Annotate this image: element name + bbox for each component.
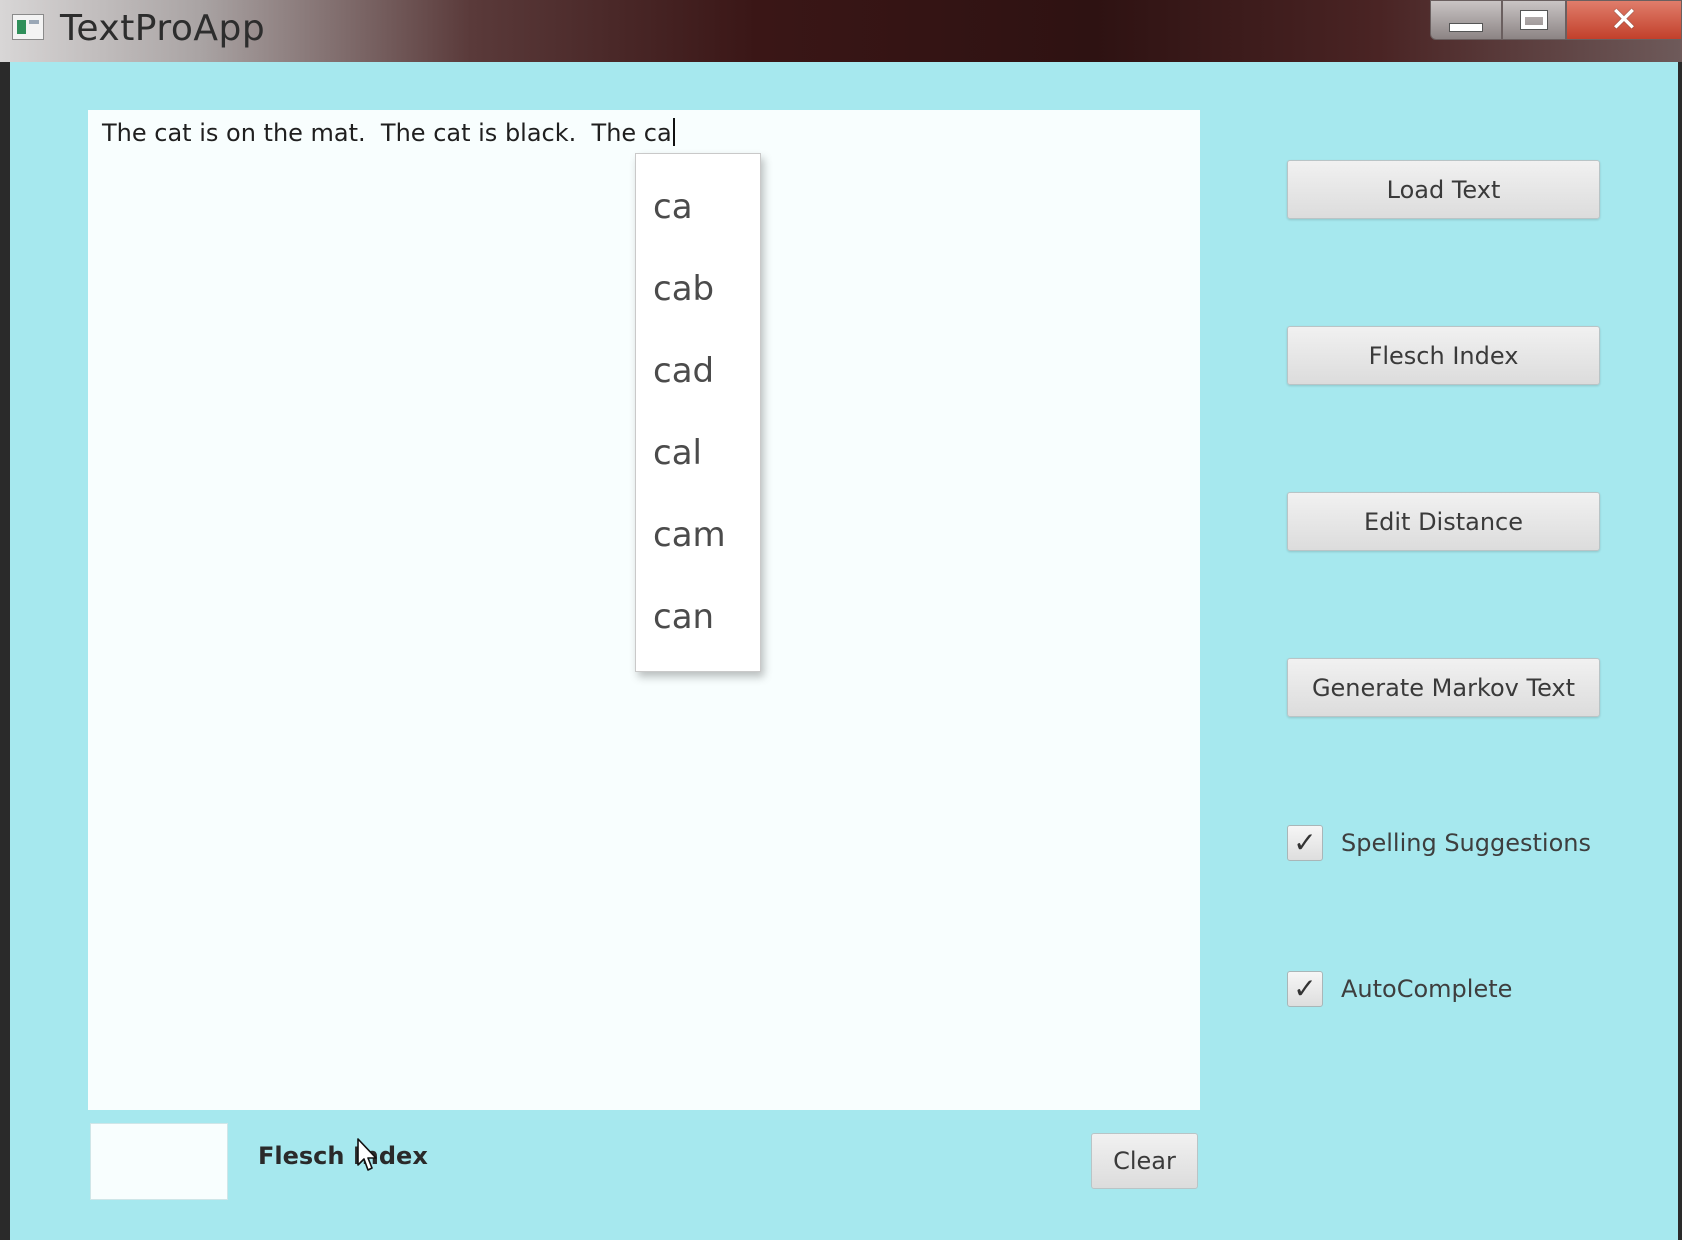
autocomplete-popup: ca cab cad cal cam can	[635, 153, 761, 672]
suggestion-item[interactable]: cal	[636, 422, 760, 504]
app-icon	[12, 14, 44, 40]
load-text-button[interactable]: Load Text	[1287, 160, 1600, 219]
checkmark-icon: ✓	[1293, 972, 1317, 1005]
screen: TextProApp ✕ The cat is on the mat. The …	[0, 0, 1682, 1240]
autocomplete-checkbox[interactable]: ✓	[1287, 971, 1323, 1007]
text-caret	[672, 118, 675, 146]
suggestion-item[interactable]: ca	[636, 176, 760, 258]
editor-text: The cat is on the mat. The cat is black.…	[102, 119, 672, 147]
maximize-button[interactable]	[1502, 0, 1566, 40]
flesch-index-label: Flesch Index	[258, 1142, 428, 1170]
clear-button[interactable]: Clear	[1091, 1133, 1198, 1189]
editor-content: The cat is on the mat. The cat is black.…	[102, 118, 675, 147]
mouse-pointer-icon	[357, 1138, 377, 1171]
suggestion-item[interactable]: cad	[636, 340, 760, 422]
spelling-suggestions-checkbox[interactable]: ✓	[1287, 825, 1323, 861]
client-area: The cat is on the mat. The cat is black.…	[10, 62, 1678, 1240]
title-bar[interactable]: TextProApp ✕	[0, 0, 1682, 62]
close-button[interactable]: ✕	[1566, 0, 1682, 40]
minimize-button[interactable]	[1430, 0, 1502, 40]
suggestion-item[interactable]: cab	[636, 258, 760, 340]
window-title: TextProApp	[60, 8, 266, 49]
suggestion-item[interactable]: can	[636, 586, 760, 668]
spelling-suggestions-option: ✓ Spelling Suggestions	[1287, 823, 1591, 863]
minimize-icon	[1449, 22, 1483, 32]
close-icon: ✕	[1609, 0, 1639, 40]
edit-distance-button[interactable]: Edit Distance	[1287, 492, 1600, 551]
generate-markov-text-button[interactable]: Generate Markov Text	[1287, 658, 1600, 717]
autocomplete-option: ✓ AutoComplete	[1287, 969, 1512, 1009]
maximize-icon	[1520, 10, 1548, 30]
window-controls: ✕	[1430, 0, 1682, 40]
flesch-index-button[interactable]: Flesch Index	[1287, 326, 1600, 385]
spelling-suggestions-label[interactable]: Spelling Suggestions	[1341, 829, 1591, 857]
checkmark-icon: ✓	[1293, 826, 1317, 859]
autocomplete-label[interactable]: AutoComplete	[1341, 975, 1512, 1003]
flesch-index-field[interactable]	[90, 1123, 228, 1200]
suggestion-item[interactable]: cam	[636, 504, 760, 586]
